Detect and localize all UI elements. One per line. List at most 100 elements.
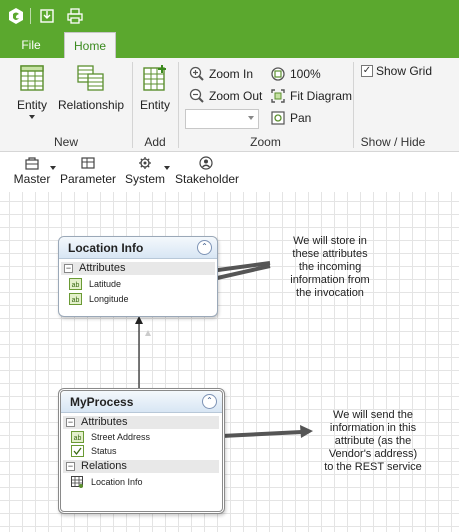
master-icon <box>25 157 39 170</box>
field-longitude[interactable]: ab Longitude <box>69 292 129 306</box>
title-bar <box>0 0 459 32</box>
tab-home[interactable]: Home <box>64 32 116 58</box>
stakeholder-button[interactable]: Stakeholder <box>175 156 240 186</box>
zoom-out-icon <box>189 88 204 103</box>
stakeholder-icon <box>199 156 213 170</box>
add-entity-icon <box>143 65 166 91</box>
collapse-minus-icon[interactable]: − <box>66 462 75 471</box>
zoom-actual-icon <box>271 67 285 81</box>
entity-title: MyProcess <box>70 395 134 409</box>
relation-location-info[interactable]: Location Info <box>71 475 143 489</box>
note-line: attribute (as the <box>334 435 412 447</box>
zoom-in-icon <box>189 66 204 81</box>
attributes-section[interactable]: − Attributes <box>61 262 215 275</box>
note-line: Vendor's address) <box>328 448 418 460</box>
collapse-minus-icon[interactable]: − <box>66 418 75 427</box>
zoom-100-label: 100% <box>290 67 321 81</box>
entity-title: Location Info <box>68 241 144 255</box>
app-logo-icon[interactable] <box>7 7 25 25</box>
svg-text:ab: ab <box>72 297 80 304</box>
entity-header[interactable]: MyProcess ⌃ <box>61 391 222 413</box>
entity-type-toolbar: Master Parameter System Stakeholder <box>0 152 459 192</box>
text-field-icon: ab <box>69 278 82 290</box>
attributes-section[interactable]: − Attributes <box>63 416 219 429</box>
chevron-down-icon[interactable] <box>50 166 56 170</box>
chevron-down-icon[interactable] <box>29 115 35 119</box>
checkbox-field-icon <box>71 445 84 457</box>
note-line: the invocation <box>296 287 364 299</box>
entity-location-info[interactable]: Location Info ⌃ − Attributes ab Latitude… <box>58 236 218 317</box>
new-relationship-button[interactable]: Relationship <box>58 64 125 112</box>
note-rest-service: We will send the information in this att… <box>311 409 435 474</box>
chevron-down-icon <box>248 116 254 120</box>
attributes-label: Attributes <box>81 416 128 428</box>
master-button[interactable]: Master <box>13 156 51 186</box>
diagram-canvas[interactable]: Location Info ⌃ − Attributes ab Latitude… <box>0 192 459 532</box>
note-line: information in this <box>329 422 417 434</box>
relations-label: Relations <box>81 460 127 472</box>
field-label: Latitude <box>89 279 122 289</box>
relations-section[interactable]: − Relations <box>63 460 219 473</box>
show-grid-checkbox[interactable]: ✓ <box>361 65 373 77</box>
note-line: information from <box>290 274 370 286</box>
field-label: Longitude <box>89 294 129 304</box>
master-label: Master <box>13 172 51 186</box>
show-grid-label[interactable]: Show Grid <box>376 64 432 78</box>
field-street-address[interactable]: ab Street Address <box>71 430 150 444</box>
field-status[interactable]: Status <box>71 444 117 458</box>
new-entity-button[interactable]: Entity <box>12 64 52 119</box>
ribbon-tab-row: File Home <box>0 32 459 58</box>
text-field-icon: ab <box>71 431 84 443</box>
zoom-level-select[interactable] <box>185 109 259 129</box>
group-label-zoom: Zoom <box>250 135 281 149</box>
field-label: Status <box>91 446 117 456</box>
add-entity-button[interactable]: Entity <box>135 64 175 112</box>
gear-icon <box>139 157 151 169</box>
note-incoming-info: We will store in these attributes the in… <box>274 235 386 300</box>
zoom-out-button[interactable]: Zoom Out <box>187 87 262 105</box>
zoom-in-label: Zoom In <box>209 67 254 81</box>
pan-icon <box>271 111 285 125</box>
chevron-down-icon[interactable] <box>164 166 170 170</box>
stakeholder-label: Stakeholder <box>175 172 240 186</box>
field-label: Street Address <box>91 432 151 442</box>
note-line: We will send the <box>333 409 413 421</box>
collapse-icon[interactable]: ⌃ <box>197 240 212 255</box>
entity-my-process[interactable]: MyProcess ⌃ − Attributes ab Street Addre… <box>58 388 225 514</box>
svg-text:ab: ab <box>72 282 80 289</box>
note-line: these attributes <box>292 248 368 260</box>
new-relationship-label: Relationship <box>58 98 125 112</box>
relationship-cardinality-marker <box>145 330 151 336</box>
attributes-label: Attributes <box>79 262 126 274</box>
fit-diagram-label: Fit Diagram <box>290 89 353 103</box>
parameter-icon <box>81 157 95 169</box>
field-latitude[interactable]: ab Latitude <box>69 277 121 291</box>
zoom-out-label: Zoom Out <box>209 89 263 103</box>
note-line: to the REST service <box>324 461 422 473</box>
zoom-in-button[interactable]: Zoom In <box>187 65 253 83</box>
fit-diagram-button[interactable]: Fit Diagram <box>268 87 352 105</box>
tab-file[interactable]: File <box>0 32 62 58</box>
entity-header[interactable]: Location Info ⌃ <box>59 237 217 259</box>
print-icon[interactable] <box>66 7 84 25</box>
entity-table-icon <box>20 65 44 91</box>
note-line: the incoming <box>298 261 362 273</box>
field-label: Location Info <box>91 477 143 487</box>
ribbon: Entity Relationship New Entity Add Zoom … <box>0 58 459 152</box>
zoom-100-button[interactable]: 100% <box>268 65 321 83</box>
collapse-icon[interactable]: ⌃ <box>202 394 217 409</box>
relation-table-icon <box>71 476 83 488</box>
relationship-icon <box>77 65 104 91</box>
system-label: System <box>125 172 166 186</box>
pan-button[interactable]: Pan <box>268 109 311 127</box>
add-entity-label: Entity <box>139 98 170 112</box>
fit-diagram-icon <box>271 89 285 103</box>
collapse-minus-icon[interactable]: − <box>64 264 73 273</box>
system-button[interactable]: System <box>125 156 165 186</box>
group-label-add: Add <box>144 135 166 149</box>
parameter-label: Parameter <box>60 172 117 186</box>
save-icon[interactable] <box>38 7 56 25</box>
title-separator <box>30 8 31 24</box>
parameter-button[interactable]: Parameter <box>60 156 116 186</box>
group-label-new: New <box>53 135 78 149</box>
